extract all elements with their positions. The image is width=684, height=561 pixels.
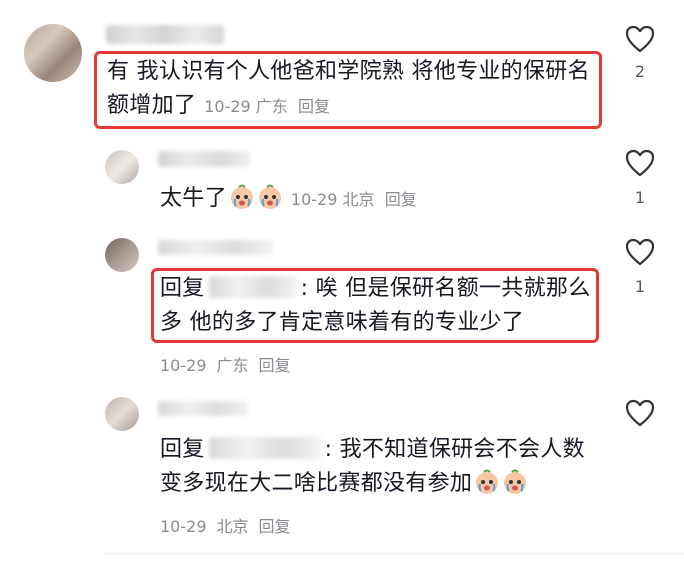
comment-text: 回复: 我不知道保研会不会人数变多现在大二啥比赛都没有参加: [160, 437, 585, 496]
comment-location: 广东: [255, 97, 288, 116]
comment-text: 回复: 唉 但是保研名额一共就那么多 他的多了肯定意味着有的专业少了: [160, 276, 591, 335]
avatar[interactable]: [105, 397, 139, 431]
reply-button[interactable]: 回复: [259, 517, 291, 536]
like-count: 2: [634, 62, 646, 81]
comment-location: 北京: [216, 517, 249, 536]
username-blurred[interactable]: [158, 240, 273, 255]
crying-face-emoji: [504, 469, 527, 494]
comment-date: 10-29: [160, 356, 207, 375]
like-count: 1: [634, 277, 646, 296]
comment-date: 10-29: [290, 190, 338, 209]
reply-prefix: 回复: [160, 276, 205, 301]
username-blurred[interactable]: [106, 25, 224, 44]
reply-button[interactable]: 回复: [298, 97, 330, 116]
mention-blurred[interactable]: [208, 437, 321, 459]
heart-icon[interactable]: [624, 398, 656, 428]
reply-prefix: 回复: [160, 437, 205, 462]
comment-date: 10-29: [204, 97, 251, 116]
like-count: 1: [634, 188, 646, 207]
divider: [105, 553, 684, 554]
crying-face-emoji: [258, 184, 281, 209]
comment-location: 北京: [342, 190, 375, 209]
avatar[interactable]: [105, 150, 139, 184]
comment-meta: 10-29 北京 回复: [160, 513, 301, 537]
crying-face-emoji: [476, 469, 499, 494]
heart-icon[interactable]: [624, 24, 656, 54]
reply-button[interactable]: 回复: [385, 190, 417, 209]
heart-icon[interactable]: [624, 237, 656, 267]
comment-meta: 10-29 广东 回复: [160, 352, 301, 376]
mention-blurred[interactable]: [208, 276, 297, 298]
username-blurred[interactable]: [158, 151, 250, 167]
comment-text: 太牛了 10-29 北京 回复: [160, 184, 417, 211]
heart-icon[interactable]: [624, 148, 656, 178]
crying-face-emoji: [230, 184, 253, 209]
reply-button[interactable]: 回复: [259, 356, 291, 375]
comment-text: 有 我认识有个人他爸和学院熟 将他专业的保研名额增加了 10-29 广东 回复: [107, 59, 590, 118]
avatar[interactable]: [105, 238, 139, 272]
avatar[interactable]: [24, 24, 82, 82]
username-blurred[interactable]: [158, 401, 248, 416]
comment-location: 广东: [216, 356, 249, 375]
comment-date: 10-29: [160, 517, 207, 536]
